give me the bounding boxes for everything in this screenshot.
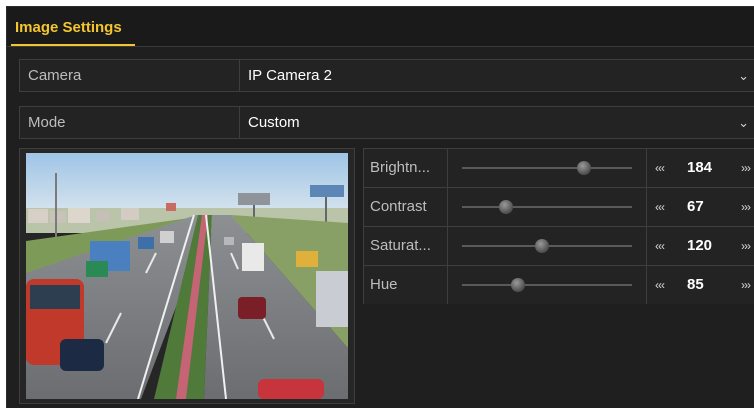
brightness-slider-track[interactable]	[462, 167, 632, 169]
brightness-value[interactable]: 184	[687, 149, 712, 187]
increase-icon[interactable]: ›››	[741, 149, 751, 187]
camera-preview	[26, 153, 348, 399]
saturation-stepper: ‹‹‹ 120 ›››	[647, 227, 754, 265]
decrease-icon[interactable]: ‹‹‹	[655, 149, 665, 187]
hue-label: Hue	[364, 266, 448, 304]
contrast-label: Contrast	[364, 188, 448, 226]
decrease-icon[interactable]: ‹‹‹	[655, 188, 665, 226]
brightness-slider-thumb[interactable]	[577, 161, 592, 175]
mode-select[interactable]: Custom	[240, 107, 754, 138]
contrast-slider-track[interactable]	[462, 206, 632, 208]
decrease-icon[interactable]: ‹‹‹	[655, 266, 665, 304]
camera-preview-frame	[19, 148, 355, 404]
contrast-slider[interactable]	[448, 188, 647, 226]
hue-slider-track[interactable]	[462, 284, 632, 286]
hue-slider[interactable]	[448, 266, 647, 304]
contrast-row: Contrast ‹‹‹ 67 ›››	[363, 187, 754, 227]
increase-icon[interactable]: ›››	[741, 227, 751, 265]
active-tab-indicator	[11, 44, 135, 46]
tab-bar: Image Settings	[7, 7, 754, 47]
tab-image-settings[interactable]: Image Settings	[11, 13, 126, 43]
saturation-value[interactable]: 120	[687, 227, 712, 265]
camera-label: Camera	[20, 60, 240, 91]
decrease-icon[interactable]: ‹‹‹	[655, 227, 665, 265]
brightness-slider[interactable]	[448, 149, 647, 187]
increase-icon[interactable]: ›››	[741, 188, 751, 226]
saturation-slider-thumb[interactable]	[534, 239, 549, 253]
chevron-down-icon[interactable]: ⌄	[738, 107, 749, 138]
hue-stepper: ‹‹‹ 85 ›››	[647, 266, 754, 304]
saturation-row: Saturat... ‹‹‹ 120 ›››	[363, 226, 754, 266]
brightness-label: Brightn...	[364, 149, 448, 187]
camera-select[interactable]: IP Camera 2	[240, 60, 754, 91]
camera-row: Camera IP Camera 2 ⌄	[19, 59, 754, 92]
hue-row: Hue ‹‹‹ 85 ›››	[363, 265, 754, 305]
chevron-down-icon[interactable]: ⌄	[738, 60, 749, 91]
brightness-row: Brightn... ‹‹‹ 184 ›››	[363, 148, 754, 188]
contrast-value[interactable]: 67	[687, 188, 704, 226]
saturation-slider[interactable]	[448, 227, 647, 265]
brightness-stepper: ‹‹‹ 184 ›››	[647, 149, 754, 187]
mode-label: Mode	[20, 107, 240, 138]
camera-preview-image	[26, 153, 348, 399]
saturation-label: Saturat...	[364, 227, 448, 265]
camera-select-value: IP Camera 2	[248, 67, 332, 84]
hue-slider-thumb[interactable]	[511, 278, 526, 292]
increase-icon[interactable]: ›››	[741, 266, 751, 304]
hue-value[interactable]: 85	[687, 266, 704, 304]
contrast-slider-thumb[interactable]	[499, 200, 514, 214]
contrast-stepper: ‹‹‹ 67 ›››	[647, 188, 754, 226]
mode-row: Mode Custom ⌄	[19, 106, 754, 139]
mode-select-value: Custom	[248, 114, 300, 131]
empty-panel	[363, 304, 754, 408]
image-settings-window: Image Settings Camera IP Camera 2 ⌄ Mode…	[6, 6, 754, 408]
